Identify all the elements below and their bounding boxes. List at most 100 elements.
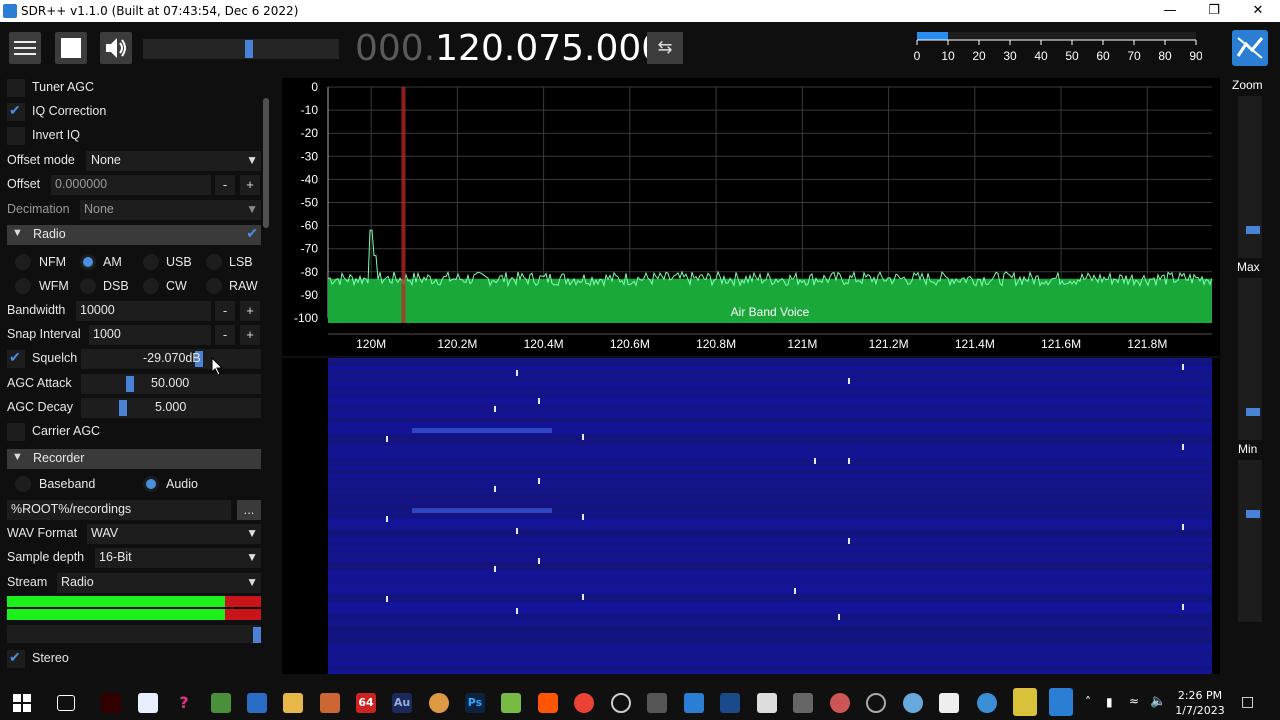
- taskbar-app-icon[interactable]: [501, 693, 521, 713]
- taskbar-app-icon[interactable]: [247, 693, 267, 713]
- sdrpp-active-icon[interactable]: [1049, 688, 1073, 716]
- zoom-slider[interactable]: [1238, 96, 1262, 258]
- offset-input[interactable]: 0.000000: [51, 175, 211, 195]
- taskbar-app-icon[interactable]: [1013, 688, 1037, 716]
- sample-depth-select[interactable]: 16-Bit ▼: [95, 548, 261, 568]
- audition-icon[interactable]: Au: [392, 693, 412, 713]
- browse-button[interactable]: ...: [237, 500, 261, 520]
- sdrpp-icon[interactable]: [684, 693, 704, 713]
- mode-radio-wfm[interactable]: [15, 278, 31, 294]
- offset-decrement-button[interactable]: -: [215, 175, 235, 195]
- audio-volume-slider[interactable]: [7, 625, 261, 643]
- bandwidth-increment-button[interactable]: +: [240, 301, 260, 321]
- waterfall-plot[interactable]: [282, 358, 1220, 674]
- taskbar-app-icon[interactable]: [138, 693, 158, 713]
- help-icon[interactable]: ?: [174, 693, 194, 713]
- agc-decay-slider[interactable]: 5.000: [81, 398, 261, 418]
- max-slider[interactable]: [1238, 278, 1262, 440]
- squelch-checkbox[interactable]: [7, 349, 25, 368]
- play-stop-button[interactable]: [55, 32, 87, 64]
- taskbar-app-icon[interactable]: [903, 693, 923, 713]
- mode-radio-raw[interactable]: [206, 278, 222, 294]
- max-slider-grab[interactable]: [1246, 408, 1260, 416]
- wav-format-select[interactable]: WAV ▼: [87, 524, 261, 544]
- volume-slider[interactable]: [143, 39, 339, 59]
- volume-icon[interactable]: 🔈: [1150, 694, 1166, 709]
- enabled-check-icon[interactable]: ✔: [246, 225, 258, 242]
- carrier-agc-checkbox[interactable]: [7, 423, 25, 441]
- taskbar-app-icon[interactable]: [320, 693, 340, 713]
- battery-icon[interactable]: ▮: [1106, 695, 1113, 709]
- volume-slider-grab[interactable]: [244, 40, 253, 58]
- bandwidth-input[interactable]: 10000: [76, 301, 211, 321]
- recorder-section-header[interactable]: ▼ Recorder: [7, 449, 261, 469]
- wifi-icon[interactable]: ≈: [1129, 694, 1139, 708]
- stereo-checkbox[interactable]: [7, 649, 25, 668]
- frequency-dim-digits[interactable]: 000.: [355, 28, 435, 69]
- clock[interactable]: 2:26 PM 1/7/2023: [1170, 688, 1230, 718]
- taskbar-app-icon[interactable]: [647, 693, 667, 713]
- minimize-button[interactable]: —: [1148, 0, 1192, 22]
- agc-decay-slider-grab[interactable]: [118, 400, 127, 416]
- snap-interval-increment-button[interactable]: +: [240, 325, 260, 345]
- tuning-mode-button[interactable]: ⇆: [647, 32, 683, 64]
- panel-scrollbar[interactable]: [263, 98, 269, 228]
- chevron-up-icon[interactable]: ˄: [1085, 695, 1091, 709]
- tuner-agc-checkbox[interactable]: [7, 79, 25, 97]
- brave-icon[interactable]: [538, 693, 558, 713]
- mode-radio-cw[interactable]: [143, 278, 159, 294]
- offset-mode-select[interactable]: None ▼: [86, 151, 261, 171]
- snap-interval-decrement-button[interactable]: -: [215, 325, 235, 345]
- mode-radio-lsb[interactable]: [206, 254, 222, 270]
- rec-audio-radio[interactable]: [143, 476, 159, 492]
- menu-button[interactable]: [9, 32, 41, 64]
- taskbar-app-icon[interactable]: [211, 693, 231, 713]
- agc-attack-slider-grab[interactable]: [125, 376, 134, 392]
- taskbar-app-icon[interactable]: [429, 693, 449, 713]
- taskbar-app-icon[interactable]: [866, 693, 886, 713]
- task-view-icon[interactable]: [57, 695, 75, 711]
- taskbar-app-icon[interactable]: [757, 693, 777, 713]
- taskbar-app-icon[interactable]: [830, 693, 850, 713]
- invert-iq-checkbox[interactable]: [7, 127, 25, 145]
- iq-correction-checkbox[interactable]: [7, 102, 25, 121]
- min-slider[interactable]: [1238, 460, 1262, 622]
- mode-radio-dsb[interactable]: [80, 278, 96, 294]
- rec-baseband-radio[interactable]: [15, 476, 31, 492]
- decimation-select[interactable]: None ▼: [80, 200, 261, 220]
- mode-radio-am[interactable]: [80, 254, 96, 270]
- taskbar-app-icon[interactable]: 64: [356, 693, 376, 713]
- close-button[interactable]: ✕: [1236, 0, 1280, 22]
- restore-button[interactable]: ❐: [1192, 0, 1236, 22]
- recording-path-input[interactable]: %ROOT%/recordings: [7, 500, 231, 520]
- squelch-slider[interactable]: -29.070dB: [81, 349, 261, 369]
- folder-icon[interactable]: [283, 693, 303, 713]
- agc-attack-slider[interactable]: 50.000: [81, 374, 261, 394]
- zoom-slider-grab[interactable]: [1246, 226, 1260, 234]
- globe-icon[interactable]: [977, 693, 997, 713]
- fft-plot[interactable]: 0 -10 -20 -30 -40 -50 -60 -70 -80 -90 -100 120M 120.…: [282, 78, 1220, 356]
- stream-select[interactable]: Radio ▼: [57, 573, 261, 593]
- fft-display[interactable]: 0 -10 -20 -30 -40 -50 -60 -70 -80 -90 -100 120M 120.…: [282, 78, 1220, 356]
- snap-interval-input[interactable]: 1000: [89, 325, 211, 345]
- photoshop-icon[interactable]: Ps: [465, 693, 485, 713]
- offset-increment-button[interactable]: +: [240, 175, 260, 195]
- mute-button[interactable]: [100, 32, 132, 64]
- min-slider-grab[interactable]: [1246, 510, 1260, 518]
- bandwidth-decrement-button[interactable]: -: [215, 301, 235, 321]
- frequency-digits[interactable]: 120.075.000: [435, 28, 664, 69]
- waterfall-display[interactable]: [282, 358, 1220, 674]
- windows-start-icon[interactable]: [13, 694, 31, 712]
- audio-volume-slider-grab[interactable]: [253, 627, 261, 643]
- taskbar-app-icon[interactable]: [101, 693, 121, 713]
- taskbar-app-icon[interactable]: [793, 693, 813, 713]
- frequency-display[interactable]: 000.120.075.000: [355, 28, 664, 69]
- taskbar-app-icon[interactable]: [611, 693, 631, 713]
- taskbar-app-icon[interactable]: [939, 693, 959, 713]
- chrome-icon[interactable]: [574, 693, 594, 713]
- taskbar-app-icon[interactable]: [720, 693, 740, 713]
- notification-icon[interactable]: □: [1241, 694, 1254, 710]
- mode-radio-nfm[interactable]: [15, 254, 31, 270]
- radio-section-header[interactable]: ▼ Radio ✔: [7, 225, 261, 245]
- mode-radio-usb[interactable]: [143, 254, 159, 270]
